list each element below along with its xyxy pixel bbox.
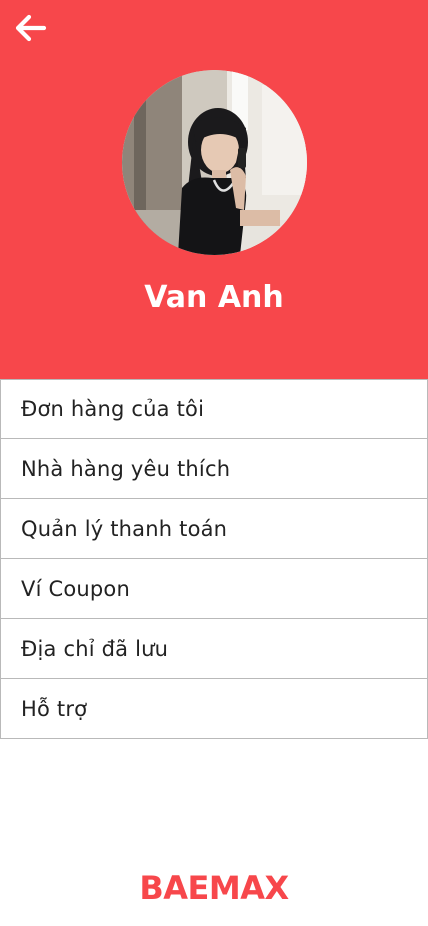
back-button[interactable]	[14, 14, 48, 42]
menu-item-label: Đơn hàng của tôi	[21, 397, 205, 421]
menu-item-label: Địa chỉ đã lưu	[21, 636, 169, 661]
menu-item-favorite-restaurants[interactable]: Nhà hàng yêu thích	[0, 439, 428, 499]
profile-header: Van Anh	[0, 0, 428, 379]
profile-menu: Đơn hàng của tôi Nhà hàng yêu thích Quản…	[0, 379, 428, 739]
menu-item-label: Ví Coupon	[21, 576, 130, 601]
menu-item-label: Quản lý thanh toán	[21, 516, 228, 541]
user-name: Van Anh	[144, 280, 284, 315]
brand-logo: BAEMAX	[139, 869, 289, 907]
menu-item-label: Nhà hàng yêu thích	[21, 456, 231, 481]
arrow-left-icon	[15, 14, 47, 42]
profile-photo	[122, 70, 307, 255]
menu-item-support[interactable]: Hỗ trợ	[0, 679, 428, 739]
menu-item-my-orders[interactable]: Đơn hàng của tôi	[0, 379, 428, 439]
avatar[interactable]	[122, 70, 307, 255]
menu-item-label: Hỗ trợ	[21, 696, 88, 721]
menu-item-saved-addresses[interactable]: Địa chỉ đã lưu	[0, 619, 428, 679]
menu-item-payment-management[interactable]: Quản lý thanh toán	[0, 499, 428, 559]
menu-item-coupon-wallet[interactable]: Ví Coupon	[0, 559, 428, 619]
